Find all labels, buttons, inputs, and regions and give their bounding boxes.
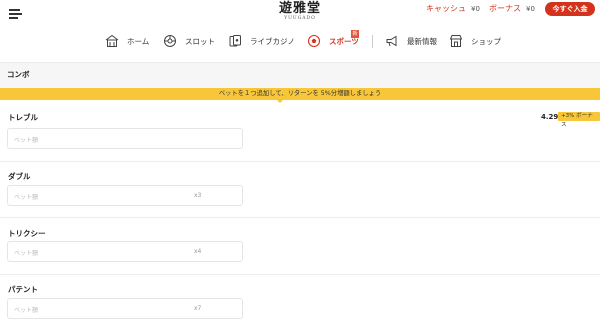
bonus-tag: +3% ボーナス bbox=[558, 112, 600, 128]
stake-input[interactable]: ベット額 bbox=[7, 128, 243, 149]
logo-kanji: 遊雅堂 bbox=[278, 1, 321, 16]
nav-item-live-casino[interactable]: ライブカジノ bbox=[228, 31, 295, 51]
nav-label-home: ホーム bbox=[127, 36, 150, 46]
bet-title: トリクシー bbox=[8, 229, 46, 238]
bonus-label: ボーナス bbox=[489, 4, 521, 13]
multiplier-label: x4 bbox=[194, 248, 202, 255]
nav-label-news: 最新情報 bbox=[407, 36, 437, 46]
sports-icon bbox=[307, 34, 321, 48]
nav-item-slot[interactable]: スロット bbox=[163, 31, 215, 51]
bet-title: トレブル bbox=[8, 113, 38, 122]
main-nav: ホーム スロット ライブカジノ スポーツ 最新情報 ショップ bbox=[0, 28, 600, 54]
stake-placeholder: ベット額 bbox=[14, 250, 39, 257]
bonus-value: ¥0 bbox=[526, 5, 535, 13]
stake-placeholder: ベット額 bbox=[14, 307, 39, 314]
bet-title: パテント bbox=[8, 285, 38, 294]
megaphone-icon bbox=[386, 35, 397, 47]
logo-roman: YUUGADO bbox=[284, 16, 316, 21]
slot-icon bbox=[164, 35, 176, 47]
multiplier-label: x7 bbox=[194, 305, 202, 312]
row-divider bbox=[0, 217, 600, 218]
promo-banner-pointer bbox=[276, 99, 284, 103]
shop-icon bbox=[449, 35, 463, 47]
nav-label-shop: ショップ bbox=[471, 36, 501, 46]
live-casino-icon bbox=[229, 35, 241, 47]
bet-title: ダブル bbox=[8, 172, 31, 181]
site-logo[interactable]: 遊雅堂 YUUGADO bbox=[270, 1, 330, 22]
top-header: 遊雅堂 YUUGADO キャッシュ ¥0 ボーナス ¥0 今すぐ入金 bbox=[0, 0, 600, 24]
cash-label: キャッシュ bbox=[426, 4, 466, 13]
stake-input[interactable]: ベット額 x4 bbox=[7, 241, 243, 262]
nav-item-news[interactable]: 最新情報 bbox=[385, 31, 437, 51]
nav-item-home[interactable]: ホーム bbox=[105, 31, 149, 51]
nav-item-shop[interactable]: ショップ bbox=[449, 31, 501, 51]
hamburger-menu-icon[interactable] bbox=[9, 9, 22, 19]
stake-input[interactable]: ベット額 x3 bbox=[7, 185, 243, 206]
promo-banner: ベットを１つ追加して、リターンを 5%分増額しましょう bbox=[0, 88, 600, 100]
home-icon bbox=[105, 34, 119, 47]
multiplier-label: x3 bbox=[194, 192, 202, 199]
nav-divider bbox=[372, 35, 373, 48]
section-title: コンボ bbox=[7, 70, 30, 79]
deposit-button[interactable]: 今すぐ入金 bbox=[545, 2, 595, 16]
new-badge: 新 bbox=[351, 30, 359, 38]
stake-placeholder: ベット額 bbox=[14, 194, 39, 201]
row-divider bbox=[0, 161, 600, 162]
stake-placeholder: ベット額 bbox=[14, 137, 39, 144]
cash-value: ¥0 bbox=[471, 5, 480, 13]
stake-input[interactable]: ベット額 x7 bbox=[7, 298, 243, 319]
combo-section-header bbox=[0, 62, 600, 88]
cash-balance[interactable]: キャッシュ ¥0 bbox=[426, 4, 480, 14]
nav-label-slot: スロット bbox=[185, 36, 215, 46]
row-divider bbox=[0, 274, 600, 275]
bonus-balance[interactable]: ボーナス ¥0 bbox=[489, 4, 535, 14]
combo-odds: 4.29 bbox=[541, 113, 559, 121]
nav-label-live-casino: ライブカジノ bbox=[250, 36, 295, 46]
